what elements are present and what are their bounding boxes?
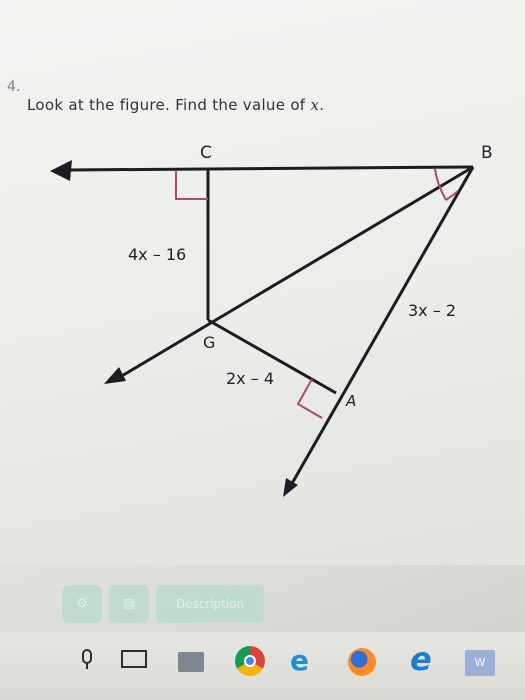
file-explorer-icon[interactable] [178, 652, 204, 672]
ray-bc [67, 165, 474, 172]
printer-icon: ▤ [122, 596, 136, 612]
arrow-left-icon [50, 160, 72, 181]
right-angle-mark-c [175, 170, 208, 200]
chrome-icon[interactable] [235, 646, 265, 676]
arrow-lower-left-icon [104, 367, 126, 384]
windows-taskbar: e e W [0, 632, 525, 700]
internet-explorer-icon[interactable]: e [410, 640, 432, 678]
right-angle-mark-a [296, 378, 323, 419]
tool-bar: ⚙ ▤ Description [0, 585, 525, 625]
description-button[interactable]: Description [156, 585, 264, 623]
word-icon[interactable]: W [465, 650, 495, 676]
label-a: A [345, 392, 356, 410]
ray-ba [288, 166, 475, 488]
edge-browser-icon[interactable]: e [290, 644, 309, 677]
ray-bg [119, 165, 474, 379]
expression-ba: 3x – 2 [408, 301, 456, 320]
geometry-figure: C B G A 4x – 16 3x – 2 2x – 4 [50, 143, 493, 497]
expression-ga: 2x – 4 [226, 369, 274, 388]
label-b: B [481, 143, 493, 163]
label-c: C [200, 143, 212, 163]
task-view-icon[interactable] [121, 650, 147, 668]
microphone-icon[interactable] [80, 644, 94, 676]
firefox-icon[interactable] [348, 648, 376, 676]
expression-cg: 4x – 16 [128, 245, 186, 264]
print-button[interactable]: ▤ [109, 585, 149, 623]
worksheet-page: 4. Look at the figure. Find the value of… [0, 0, 525, 565]
arrow-down-icon [283, 478, 298, 497]
settings-button[interactable]: ⚙ [62, 585, 102, 623]
gear-icon: ⚙ [76, 596, 88, 612]
label-g: G [203, 333, 215, 352]
